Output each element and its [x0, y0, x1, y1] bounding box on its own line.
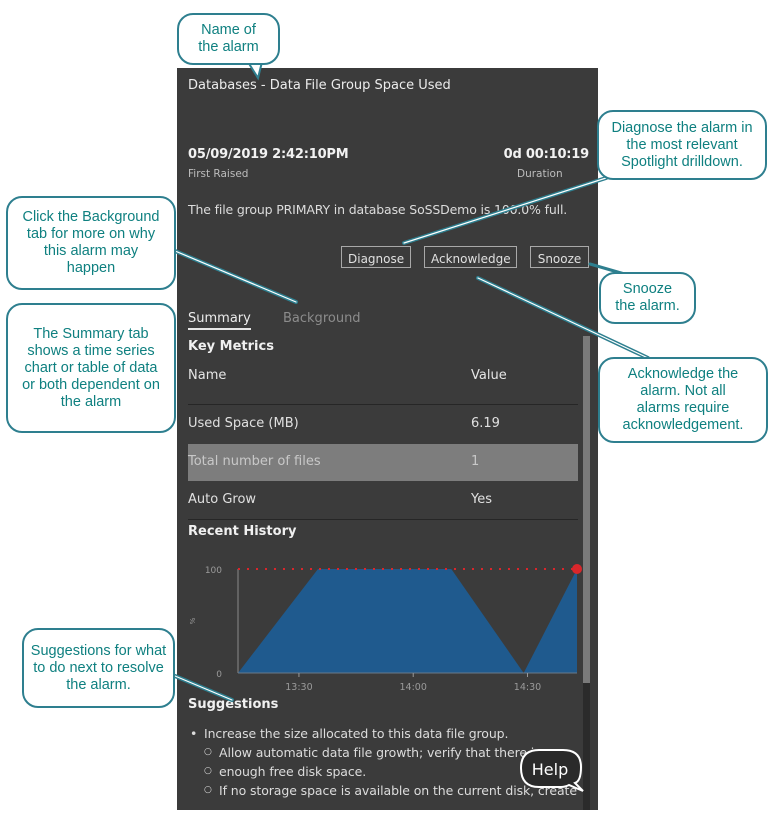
alarm-details-panel: Databases - Data File Group Space Used 0… [177, 68, 598, 810]
column-header-name: Name [188, 368, 227, 383]
metric-value: Yes [471, 492, 492, 507]
first-raised-label: First Raised [188, 168, 249, 180]
first-raised-value: 05/09/2019 2:42:10PM [188, 147, 349, 162]
y-axis-label: % [189, 617, 197, 624]
x-tick-label: 14:30 [514, 682, 541, 693]
callout-text: The Summary tab shows a time series char… [22, 325, 160, 410]
tab-background[interactable]: Background [283, 311, 361, 326]
diagnose-button[interactable]: Diagnose [341, 246, 411, 268]
x-tick-label: 13:30 [285, 682, 312, 693]
metric-name: Auto Grow [188, 492, 257, 507]
recent-history-heading: Recent History [188, 524, 297, 539]
recent-history-chart: 0 100% 13:30 14:00 14:30 [189, 564, 582, 693]
callout-text: Click the Background tab for more on why… [22, 209, 160, 276]
callout-summary-tab: The Summary tab shows a time series char… [6, 303, 176, 433]
callout-text: Snooze the alarm. [615, 281, 680, 314]
duration-label: Duration [517, 168, 563, 180]
table-row[interactable]: Auto Grow Yes [188, 482, 578, 519]
callout-text: Name of the alarm [198, 22, 259, 55]
table-header-divider [188, 404, 578, 405]
callout-suggestions: Suggestions for what to do next to resol… [22, 628, 175, 708]
suggestions-heading: Suggestions [188, 697, 279, 712]
callout-text: Acknowledge the alarm. Not all alarms re… [622, 366, 744, 433]
alarm-description: The file group PRIMARY in database SoSSD… [188, 202, 568, 217]
scrollbar[interactable] [583, 336, 590, 810]
callout-alarm-name: Name of the alarm [177, 13, 280, 65]
column-header-value: Value [471, 368, 507, 383]
alarm-title: Databases - Data File Group Space Used [188, 78, 451, 93]
scrollbar-thumb[interactable] [583, 336, 590, 683]
callout-text: Diagnose the alarm in the most relevant … [611, 119, 753, 170]
table-bottom-divider [188, 519, 578, 520]
help-bubble-icon: Help [519, 749, 584, 792]
callout-acknowledge: Acknowledge the alarm. Not all alarms re… [598, 357, 768, 443]
acknowledge-button[interactable]: Acknowledge [424, 246, 517, 268]
snooze-button[interactable]: Snooze [530, 246, 589, 268]
suggestion-item: Increase the size allocated to this data… [188, 724, 588, 743]
metric-value: 6.19 [471, 416, 500, 431]
callout-text: Suggestions for what to do next to resol… [30, 642, 167, 693]
callout-diagnose: Diagnose the alarm in the most relevant … [597, 110, 767, 180]
callout-background-tab: Click the Background tab for more on why… [6, 196, 176, 290]
key-metrics-heading: Key Metrics [188, 339, 274, 354]
callout-snooze: Snooze the alarm. [599, 272, 696, 324]
x-tick-label: 14:00 [400, 682, 427, 693]
tab-summary[interactable]: Summary [188, 311, 251, 330]
metric-name: Used Space (MB) [188, 416, 299, 431]
current-value-marker [572, 564, 582, 574]
y-tick-label: 0 [216, 670, 222, 680]
metric-name: Total number of files [188, 454, 321, 469]
help-button[interactable]: Help [517, 747, 585, 793]
duration-value: 0d 00:10:19 [503, 147, 590, 162]
table-row[interactable]: Used Space (MB) 6.19 [188, 406, 578, 443]
help-label: Help [532, 760, 568, 779]
metric-value: 1 [471, 454, 480, 469]
series-area-0 [238, 569, 577, 673]
y-tick-label: 100 [205, 566, 222, 576]
table-row-selected[interactable]: Total number of files 1 [188, 444, 578, 481]
